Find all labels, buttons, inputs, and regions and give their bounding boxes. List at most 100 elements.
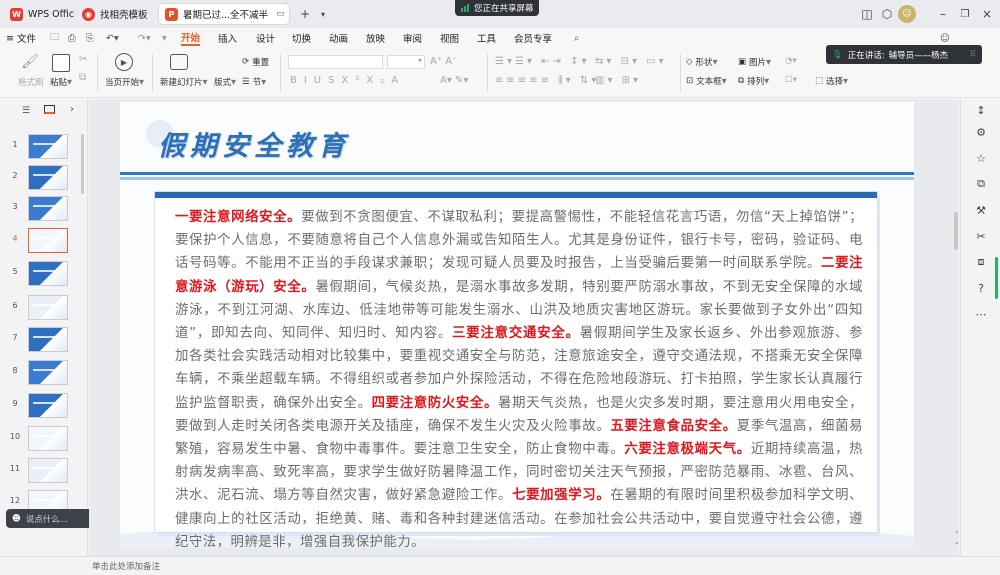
slide-thumbnail[interactable] bbox=[28, 261, 68, 286]
section-button[interactable]: ☰ 节 ▾ bbox=[242, 76, 266, 89]
font-grow-icon[interactable]: A⁺ A⁻ bbox=[430, 56, 457, 67]
slide-number: 7 bbox=[12, 333, 18, 342]
list-icons[interactable]: ☰▾☰▾ ⇤⇥ ↕▾ bbox=[495, 56, 589, 67]
font-size-select[interactable]: ▾ bbox=[387, 55, 425, 69]
tab-design[interactable]: 设计 bbox=[256, 30, 275, 46]
undo-icon[interactable]: ↶▾ bbox=[106, 30, 119, 46]
wps-office-tab[interactable]: W WPS Office bbox=[4, 3, 74, 25]
slide-thumbnail[interactable] bbox=[28, 360, 68, 385]
emoji-icon[interactable]: ☺ bbox=[940, 30, 950, 46]
restore-icon[interactable]: ❐ bbox=[956, 5, 974, 23]
template-tab[interactable]: ◉ 找相壳模板 bbox=[76, 3, 156, 25]
canvas-scrollbar[interactable] bbox=[954, 212, 958, 250]
tools-icon[interactable]: ⚒ bbox=[974, 203, 988, 217]
picture-button[interactable]: ▣ 图片 ▾ bbox=[738, 56, 771, 69]
more-dots-icon[interactable]: ⋯ bbox=[974, 307, 988, 321]
cube-icon[interactable]: ⬡ bbox=[878, 5, 896, 23]
tab-review[interactable]: 审阅 bbox=[403, 30, 422, 46]
cut-icon[interactable]: ✂ bbox=[79, 54, 87, 65]
help-icon[interactable]: ? bbox=[974, 281, 988, 295]
thumbnail-preview bbox=[29, 229, 67, 252]
tab-insert[interactable]: 插入 bbox=[218, 30, 237, 46]
comment-input[interactable]: ☻ 说点什么... ‹ bbox=[6, 509, 102, 528]
tab-tools[interactable]: 工具 bbox=[477, 30, 496, 46]
collapse-panel-icon[interactable]: › bbox=[70, 104, 74, 115]
right-scroll-indicator[interactable] bbox=[995, 257, 998, 299]
font-color-icon[interactable]: A▾ ✎▾ bbox=[440, 75, 468, 86]
slide-thumbnail[interactable] bbox=[28, 196, 68, 221]
close-window-icon[interactable]: × bbox=[978, 5, 996, 23]
section-heading: 一要注意网络安全。 bbox=[175, 210, 302, 225]
section-heading: 六要注意极端天气。 bbox=[624, 442, 751, 458]
folder-icon[interactable]: ⎙ bbox=[68, 30, 76, 46]
copy-icon[interactable]: ⧉ bbox=[79, 72, 86, 83]
play-from-current-button[interactable]: 当页开始 ▾ bbox=[105, 76, 144, 89]
avatar[interactable]: ☺ bbox=[898, 5, 916, 23]
tab-label: 暑期已过...全不减半 bbox=[183, 10, 269, 21]
outline-view-icon[interactable]: ☰ bbox=[22, 106, 30, 116]
font-style-icons[interactable]: BIUSX²X₂A bbox=[290, 75, 405, 86]
tab-dropdown-icon[interactable]: ▾ bbox=[314, 5, 332, 23]
slide-thumbnail[interactable] bbox=[28, 134, 68, 159]
fill-icon[interactable]: ◔▾ bbox=[785, 56, 797, 66]
wrench-icon[interactable]: ✂ bbox=[974, 229, 988, 243]
properties-icon[interactable]: ⚙ bbox=[974, 125, 988, 139]
share-screen-banner: 您正在共享屏幕 bbox=[455, 0, 539, 16]
slide-number: 5 bbox=[12, 267, 18, 276]
paste-button[interactable]: 粘贴 ▾ bbox=[50, 76, 72, 89]
slide-thumbnail[interactable] bbox=[28, 327, 68, 352]
tab-transition[interactable]: 切换 bbox=[292, 30, 311, 46]
file-menu[interactable]: ≡ 文件 bbox=[6, 30, 36, 46]
text-direction-icons[interactable]: ⇆▾ ⊟▾ ▭▾ bbox=[595, 56, 667, 67]
slide-number: 1 bbox=[12, 140, 18, 149]
layout-icon[interactable]: ◫ bbox=[858, 5, 876, 23]
slide-thumbnail[interactable] bbox=[28, 426, 68, 451]
slide-view-icon[interactable] bbox=[44, 105, 55, 114]
tab-view[interactable]: 视图 bbox=[440, 30, 459, 46]
expand-icon[interactable]: ↕ bbox=[974, 103, 988, 117]
thumbnail-line bbox=[33, 435, 57, 437]
reset-button[interactable]: ⟳ 重置 bbox=[242, 56, 269, 68]
slide-panel-scrollbar[interactable] bbox=[81, 134, 84, 194]
star-icon[interactable]: ☆ bbox=[974, 151, 988, 165]
bookmark-icon[interactable]: ⧈ bbox=[974, 255, 988, 269]
speaking-indicator: 🎙 正在讲话: 辅导员——杨杰 ⠿ bbox=[826, 45, 982, 64]
more-icon[interactable]: ▾ bbox=[162, 30, 167, 46]
align-icons[interactable]: ≡≡≡≡≡ ⫼▾ ⇅▾ bbox=[495, 75, 599, 86]
minimize-icon[interactable]: – bbox=[934, 5, 952, 23]
content-box[interactable]: 一要注意网络安全。要做到不贪图便宜、不谋取私利；要提高警惕性，不能轻信花言巧语，… bbox=[155, 192, 877, 550]
layout-button[interactable]: 版式 ▾ bbox=[214, 76, 236, 89]
new-tab-button[interactable]: + bbox=[296, 5, 314, 23]
textbox-button[interactable]: ⊡ 文本框 ▾ bbox=[686, 75, 727, 88]
page-nav-icons[interactable]: ⌃ ⌄ bbox=[954, 530, 960, 546]
notes-placeholder[interactable]: 单击此处添加备注 bbox=[92, 560, 160, 572]
tab-animation[interactable]: 动画 bbox=[329, 30, 348, 46]
redo-icon[interactable]: ↷▾ bbox=[138, 30, 151, 46]
thumbnail-preview bbox=[29, 262, 67, 285]
picture-label: 图片 bbox=[749, 58, 767, 68]
select-button[interactable]: ⬚ 选择 ▾ bbox=[815, 75, 848, 88]
format-painter-button[interactable]: 格式刷 bbox=[18, 76, 44, 88]
arrange-button[interactable]: ⧉ 排列 ▾ bbox=[738, 75, 769, 88]
tab-start[interactable]: 开始 bbox=[181, 30, 201, 46]
slide-thumbnail[interactable] bbox=[28, 393, 68, 418]
tab-member[interactable]: 会员专享 bbox=[514, 30, 552, 46]
slide-thumbnail[interactable] bbox=[28, 458, 68, 483]
screen-icon[interactable]: ▭ bbox=[276, 9, 285, 19]
shape-button[interactable]: ◇ 形状 ▾ bbox=[686, 56, 718, 69]
font-name-select[interactable] bbox=[288, 55, 383, 69]
save-icon[interactable]: 🗀 bbox=[50, 30, 60, 46]
slide-thumbnail[interactable] bbox=[28, 228, 68, 253]
copy-panel-icon[interactable]: ⧉ bbox=[974, 177, 988, 191]
column-icons[interactable]: ▥▾ ⊞▾ bbox=[595, 75, 641, 86]
print-icon[interactable]: ⎘ bbox=[86, 30, 94, 46]
tab-slideshow[interactable]: 放映 bbox=[366, 30, 385, 46]
new-slide-button[interactable]: 新建幻灯片 ▾ bbox=[160, 76, 208, 89]
outline-icon[interactable]: ☐▾ bbox=[785, 75, 797, 85]
slide-thumbnail[interactable] bbox=[28, 165, 68, 190]
drag-handle-icon[interactable]: ⠿ bbox=[970, 50, 976, 60]
search-icon[interactable]: ⌕ bbox=[574, 30, 579, 46]
slide-number: 11 bbox=[9, 464, 21, 473]
presentation-tab[interactable]: P 暑期已过...全不减半 ▭ × bbox=[158, 3, 290, 25]
slide-thumbnail[interactable] bbox=[28, 295, 68, 320]
